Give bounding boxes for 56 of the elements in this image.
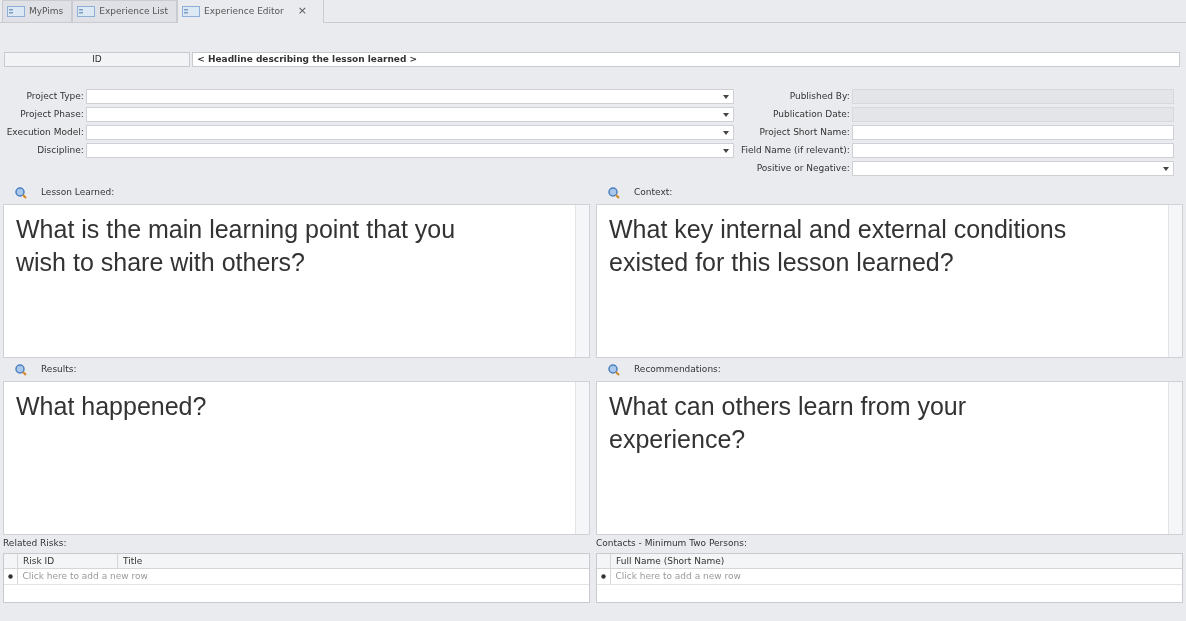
field-label: Discipline: (36, 143, 85, 157)
caret-icon (723, 112, 729, 117)
field-label: Positive or Negative: (755, 161, 851, 175)
panel-label: Context: (634, 185, 673, 199)
search-icon (15, 186, 27, 199)
grid-label: Contacts - Minimum Two Persons: (596, 537, 748, 551)
text-editor[interactable]: What key internal and external conditions existed for this lesson learned? (596, 204, 1183, 358)
scrollbar[interactable] (575, 205, 589, 357)
tab[interactable]: MyPims (2, 0, 73, 22)
panel-label: Recommendations: (634, 362, 721, 376)
column-header[interactable]: Title (118, 554, 589, 568)
caret-icon (1163, 166, 1169, 171)
editor-text: What can others learn from your experience? (609, 391, 968, 455)
column-header[interactable]: Risk ID (18, 554, 118, 568)
dropdown-field[interactable] (852, 161, 1174, 176)
search-icon (608, 186, 620, 199)
field-label: Project Short Name: (758, 125, 851, 139)
new-row-icon (601, 574, 606, 579)
close-button[interactable]: × (297, 3, 307, 20)
id-field[interactable]: ID (4, 52, 190, 67)
text-editor[interactable]: What is the main learning point that you wish to share with others? (3, 204, 590, 358)
search-icon (15, 363, 27, 376)
dropdown-field[interactable] (86, 107, 734, 122)
field-label: Project Type: (25, 89, 85, 103)
field-label: Project Phase: (19, 107, 85, 121)
dropdown-field[interactable] (86, 89, 734, 104)
scrollbar[interactable] (575, 382, 589, 534)
input-field[interactable] (852, 143, 1174, 158)
panel-label: Lesson Learned: (41, 185, 115, 199)
editor-text: What happened? (16, 391, 208, 422)
search-icon (608, 363, 620, 376)
input-field[interactable] (852, 125, 1174, 140)
caret-icon (723, 130, 729, 135)
caret-icon (723, 148, 729, 153)
field-label: Published By: (788, 89, 851, 103)
panel-label: Results: (41, 362, 77, 376)
field-label: Execution Model: (5, 125, 85, 139)
document-icon (7, 6, 25, 17)
editor-text: What key internal and external conditions existed for this lesson learned? (609, 214, 1068, 278)
tab[interactable]: Experience List (72, 0, 178, 22)
scrollbar[interactable] (1168, 205, 1182, 357)
tab[interactable]: Experience Editor × (177, 0, 324, 23)
editor-text: What is the main learning point that you wish to share with others? (16, 214, 457, 278)
document-icon (77, 6, 96, 17)
text-editor[interactable]: What can others learn from your experience? (596, 381, 1183, 535)
headline-field[interactable]: < Headline describing the lesson learned > (192, 52, 1180, 67)
scrollbar[interactable] (1168, 382, 1182, 534)
field-label: Publication Date: (771, 107, 851, 121)
field-label: Field Name (if relevant): (739, 143, 851, 157)
document-icon (182, 6, 201, 17)
caret-icon (723, 94, 729, 99)
dropdown-field[interactable] (86, 143, 734, 158)
dropdown-field[interactable] (86, 125, 734, 140)
grid-label: Related Risks: (3, 537, 68, 551)
text-editor[interactable]: What happened? (3, 381, 590, 535)
new-row-icon (8, 574, 13, 579)
